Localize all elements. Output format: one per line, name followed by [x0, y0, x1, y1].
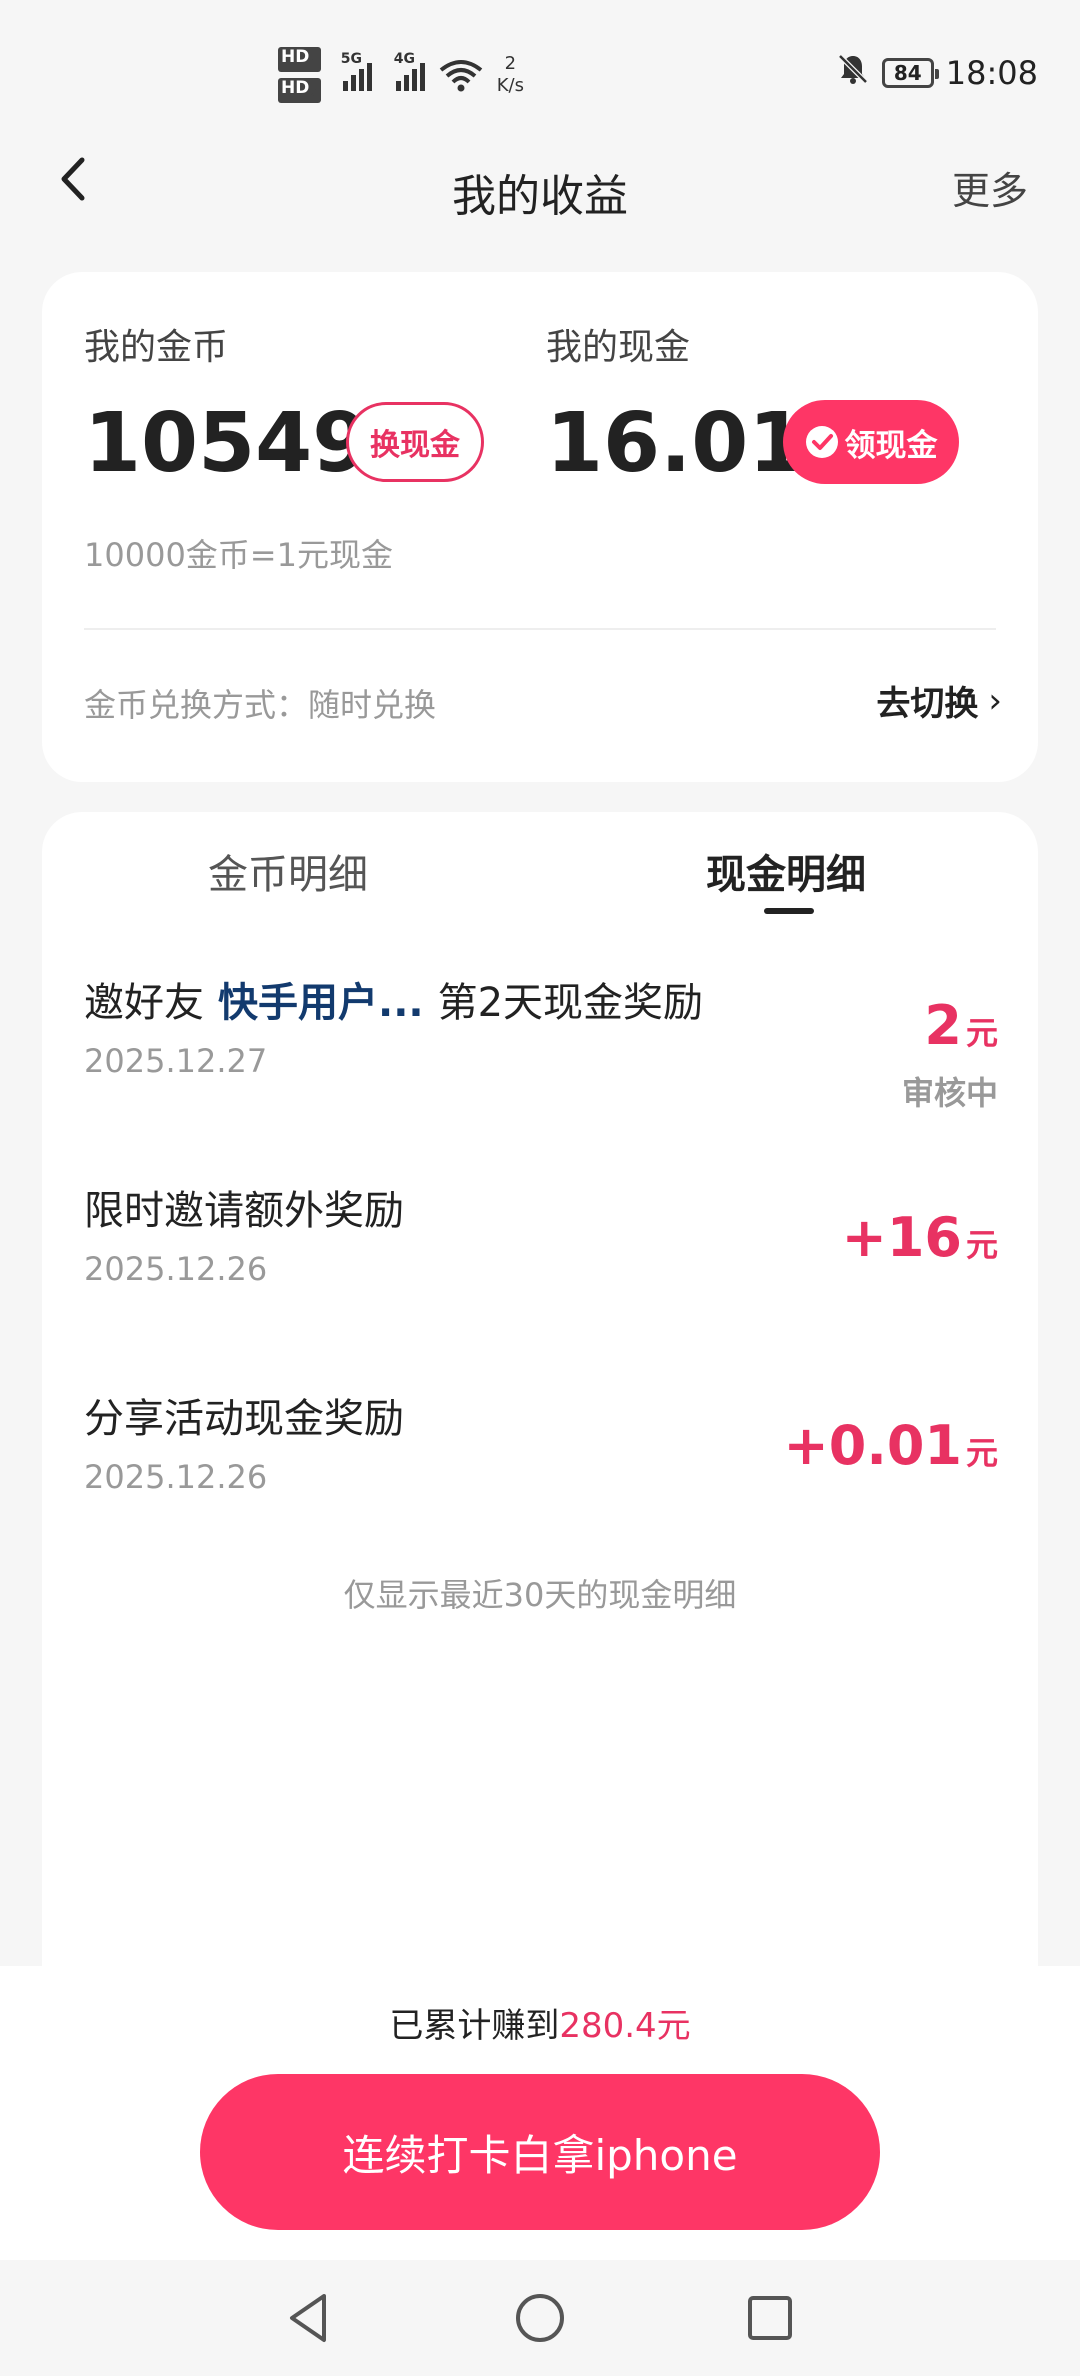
coin-balance: 10549 [84, 396, 370, 491]
withdraw-cash-button[interactable]: 领现金 [783, 400, 959, 484]
exchange-mode-text: 金币兑换方式：随时兑换 [84, 686, 437, 724]
square-recent-icon [748, 2296, 792, 2340]
withdraw-label: 领现金 [844, 427, 938, 464]
record-date: 2025.12.26 [84, 1458, 268, 1496]
net-speed: 2 K/s [496, 53, 524, 96]
hd2-icon: HD2 [278, 78, 321, 104]
status-left: HD1 HD2 5G 4G 2 K/s [278, 42, 524, 108]
system-back-button[interactable] [280, 2288, 340, 2348]
signal-4g-icon: 4G [394, 51, 425, 91]
total-earned-text: 已累计赚到280.4元 [389, 2006, 691, 2046]
exchange-rate-text: 10000金币=1元现金 [84, 536, 393, 574]
status-bar: HD1 HD2 5G 4G 2 K/s 84 18:08 [0, 0, 1080, 130]
record-status: 审核中 [901, 1074, 998, 1112]
record-amount: +16 元 [841, 1206, 998, 1269]
switch-mode-link[interactable]: 去切换 › [876, 676, 1002, 725]
status-time: 18:08 [945, 54, 1038, 92]
battery-icon: 84 [881, 58, 939, 88]
invitee-name: 快手用户... [218, 980, 424, 1026]
status-right: 84 18:08 [836, 52, 1038, 94]
triangle-back-icon [290, 2294, 326, 2342]
tab-coin-detail[interactable]: 金币明细 [208, 842, 368, 900]
system-nav-bar [0, 2260, 1080, 2376]
chevron-right-icon: › [988, 680, 1002, 721]
bell-muted-icon [836, 52, 870, 94]
cash-label: 我的现金 [546, 327, 691, 368]
nav-bar: 我的收益 更多 [0, 130, 1080, 270]
list-item[interactable]: 限时邀请额外奖励 2025.12.26 +16 元 [42, 1178, 1038, 1358]
history-footnote: 仅显示最近30天的现金明细 [343, 1576, 737, 1614]
system-recent-button[interactable] [740, 2288, 800, 2348]
hd1-icon: HD1 [278, 46, 321, 72]
tab-cash-detail[interactable]: 现金明细 [706, 842, 866, 900]
page-title: 我的收益 [452, 171, 628, 222]
more-button[interactable]: 更多 [952, 160, 1028, 215]
wifi-icon [439, 58, 483, 92]
bottom-bar: 已累计赚到280.4元 连续打卡白拿iphone [0, 1966, 1080, 2260]
record-amount: 2元 [924, 994, 998, 1057]
record-amount: +0.01 元 [783, 1414, 999, 1477]
record-title: 限时邀请额外奖励 [84, 1188, 404, 1234]
total-earned-amount: 280.4元 [559, 2006, 691, 2046]
signal-5g-icon: 5G [341, 51, 372, 91]
detail-card: 金币明细 现金明细 邀好友 快手用户... 第2天现金奖励 2025.12.27 2… [42, 812, 1038, 2012]
cash-balance: 16.01 [546, 396, 806, 491]
checkin-cta-button[interactable]: 连续打卡白拿iphone [200, 2074, 880, 2230]
wechat-pay-icon [805, 426, 838, 458]
divider [84, 628, 996, 630]
list-item[interactable]: 分享活动现金奖励 2025.12.26 +0.01 元 [42, 1386, 1038, 1566]
exchange-cash-button[interactable]: 换现金 [346, 402, 484, 482]
record-title: 邀好友 快手用户... 第2天现金奖励 [84, 980, 704, 1026]
switch-mode-label: 去切换 [876, 684, 979, 724]
record-title: 分享活动现金奖励 [84, 1396, 404, 1442]
earnings-summary-card: 我的金币 10549 换现金 我的现金 16.01 领现金 10000金币=1元… [42, 272, 1038, 782]
record-date: 2025.12.26 [84, 1250, 268, 1288]
active-tab-indicator [764, 908, 814, 914]
system-home-button[interactable] [510, 2288, 570, 2348]
record-date: 2025.12.27 [84, 1042, 268, 1080]
coin-label: 我的金币 [84, 327, 229, 368]
list-item[interactable]: 邀好友 快手用户... 第2天现金奖励 2025.12.27 2元 审核中 [42, 970, 1038, 1150]
hd-indicators: HD1 HD2 [278, 46, 321, 104]
circle-home-icon [516, 2294, 564, 2342]
